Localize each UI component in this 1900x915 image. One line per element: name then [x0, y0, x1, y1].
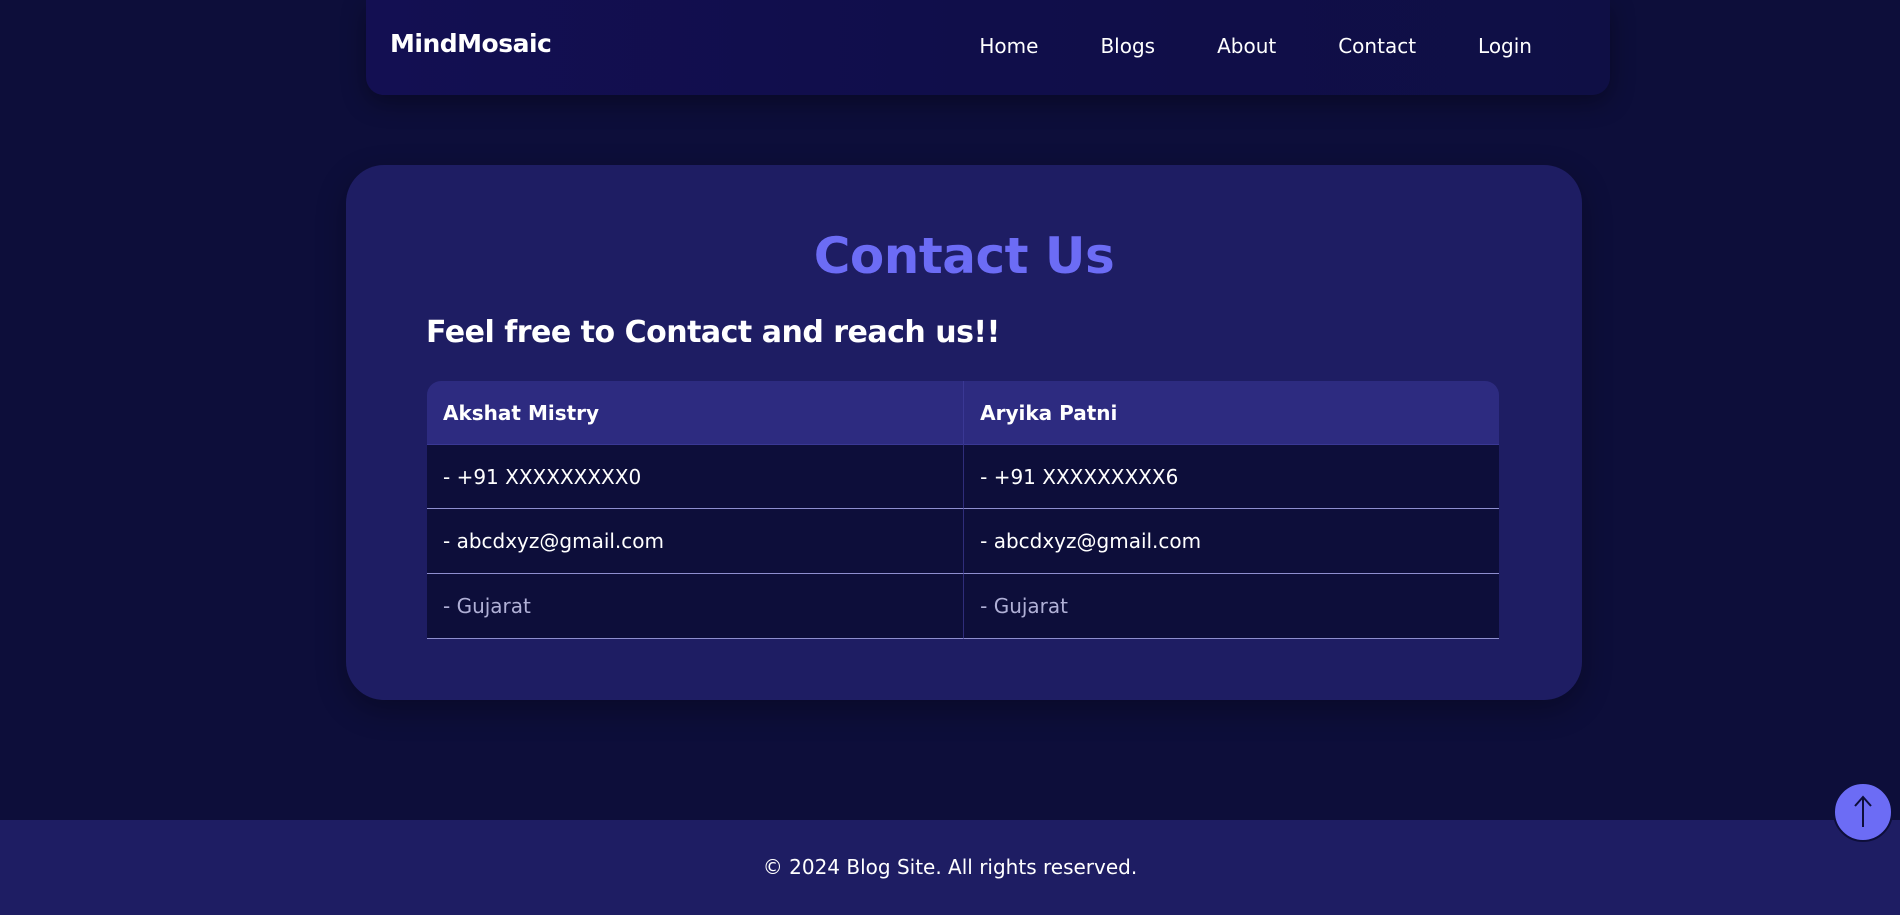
- contact-table: Akshat Mistry Aryika Patni - +91 XXXXXXX…: [427, 381, 1499, 639]
- arrow-up-icon: [1854, 795, 1872, 827]
- location-cell: - Gujarat: [427, 574, 965, 639]
- nav-links: Home Blogs About Contact Login: [979, 34, 1532, 58]
- column-header-aryika: Aryika Patni: [964, 381, 1499, 444]
- phone-cell: - +91 XXXXXXXXX6: [964, 444, 1499, 509]
- email-cell[interactable]: - abcdxyz@gmail.com: [427, 509, 965, 574]
- column-header-akshat: Akshat Mistry: [427, 381, 965, 444]
- page-title: Contact Us: [813, 227, 1115, 285]
- navbar: MindMosaic Home Blogs About Contact Logi…: [366, 0, 1610, 95]
- table-row-email: - abcdxyz@gmail.com - abcdxyz@gmail.com: [427, 509, 1499, 574]
- nav-link-blogs[interactable]: Blogs: [1100, 34, 1155, 58]
- nav-link-contact[interactable]: Contact: [1338, 34, 1416, 58]
- nav-link-login[interactable]: Login: [1478, 34, 1532, 58]
- nav-link-about[interactable]: About: [1217, 34, 1276, 58]
- footer: © 2024 Blog Site. All rights reserved.: [0, 820, 1900, 915]
- contact-card: Contact Us Feel free to Contact and reac…: [346, 165, 1582, 700]
- phone-cell: - +91 XXXXXXXXX0: [427, 444, 965, 509]
- page: MindMosaic Home Blogs About Contact Logi…: [0, 0, 1900, 915]
- contact-subtitle: Feel free to Contact and reach us!!: [426, 315, 1000, 350]
- copyright-text: © 2024 Blog Site. All rights reserved.: [762, 855, 1138, 879]
- table-row-location: - Gujarat - Gujarat: [427, 574, 1499, 639]
- location-cell: - Gujarat: [964, 574, 1499, 639]
- nav-link-home[interactable]: Home: [979, 34, 1038, 58]
- table-header-row: Akshat Mistry Aryika Patni: [427, 381, 1499, 444]
- brand-logo[interactable]: MindMosaic: [390, 29, 552, 58]
- scroll-to-top-button[interactable]: [1833, 782, 1893, 842]
- table-row-phone: - +91 XXXXXXXXX0 - +91 XXXXXXXXX6: [427, 444, 1499, 509]
- email-cell[interactable]: - abcdxyz@gmail.com: [964, 509, 1499, 574]
